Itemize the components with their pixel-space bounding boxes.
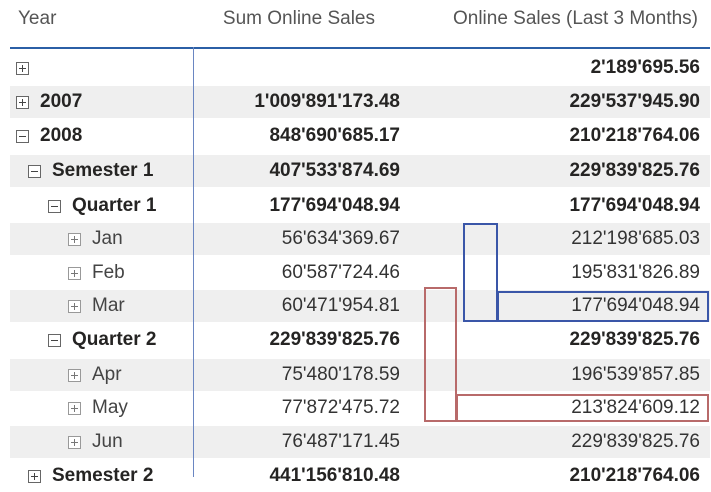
row-label: 2008 bbox=[40, 125, 83, 146]
table-row[interactable]: Jan 56'634'369.67 212'198'685.03 bbox=[10, 223, 710, 255]
column-divider bbox=[193, 47, 194, 477]
online-sales-last-3-months-cell: 212'198'685.03 bbox=[571, 228, 700, 249]
column-header-sum-online-sales[interactable]: Sum Online Sales bbox=[223, 8, 375, 30]
row-label: Quarter 1 bbox=[72, 195, 157, 216]
sum-online-sales-cell: 60'471'954.81 bbox=[281, 295, 400, 316]
row-header-cell bbox=[16, 52, 40, 84]
row-label: Mar bbox=[92, 295, 125, 316]
row-label: Jun bbox=[92, 431, 123, 452]
expand-icon[interactable] bbox=[28, 469, 41, 483]
online-sales-last-3-months-cell: 229'839'825.76 bbox=[569, 329, 700, 350]
sum-online-sales-cell: 407'533'874.69 bbox=[269, 160, 400, 181]
sum-online-sales-cell: 76'487'171.45 bbox=[281, 431, 400, 452]
row-header-cell: Quarter 1 bbox=[48, 190, 156, 222]
online-sales-last-3-months-cell: 229'839'825.76 bbox=[569, 160, 700, 181]
row-label: Apr bbox=[92, 364, 122, 385]
table-row[interactable]: 2'189'695.56 bbox=[10, 52, 710, 84]
row-label: Feb bbox=[92, 262, 125, 283]
online-sales-last-3-months-cell: 210'218'764.06 bbox=[569, 125, 700, 146]
sum-online-sales-cell: 1'009'891'173.48 bbox=[254, 91, 400, 112]
sum-online-sales-cell: 229'839'825.76 bbox=[269, 329, 400, 350]
row-header-cell: Mar bbox=[68, 290, 125, 322]
collapse-icon[interactable] bbox=[28, 164, 41, 178]
column-header-row: Year Sum Online Sales Online Sales (Last… bbox=[0, 0, 711, 48]
column-header-year[interactable]: Year bbox=[18, 8, 56, 30]
table-row[interactable]: Quarter 2 229'839'825.76 229'839'825.76 bbox=[10, 324, 710, 356]
expand-icon[interactable] bbox=[68, 435, 81, 449]
expand-icon[interactable] bbox=[16, 61, 29, 75]
row-label: Quarter 2 bbox=[72, 329, 157, 350]
table-row[interactable]: Mar 60'471'954.81 177'694'048.94 bbox=[10, 290, 710, 322]
column-header-online-sales-last-3-months[interactable]: Online Sales (Last 3 Months) bbox=[453, 8, 698, 30]
header-divider bbox=[10, 47, 710, 49]
sum-online-sales-cell: 75'480'178.59 bbox=[281, 364, 400, 385]
expand-icon[interactable] bbox=[68, 299, 81, 313]
row-header-cell: Semester 2 bbox=[28, 460, 153, 492]
row-header-cell: Quarter 2 bbox=[48, 324, 156, 356]
table-row[interactable]: Semester 1 407'533'874.69 229'839'825.76 bbox=[10, 155, 710, 187]
table-row[interactable]: Apr 75'480'178.59 196'539'857.85 bbox=[10, 359, 710, 391]
row-label: Jan bbox=[92, 228, 123, 249]
sum-online-sales-cell: 77'872'475.72 bbox=[281, 397, 400, 418]
row-header-cell: 2007 bbox=[16, 86, 82, 118]
sum-online-sales-cell: 848'690'685.17 bbox=[269, 125, 400, 146]
online-sales-last-3-months-cell: 195'831'826.89 bbox=[571, 262, 700, 283]
online-sales-last-3-months-cell: 196'539'857.85 bbox=[571, 364, 700, 385]
online-sales-last-3-months-cell: 210'218'764.06 bbox=[569, 465, 700, 486]
table-row[interactable]: Feb 60'587'724.46 195'831'826.89 bbox=[10, 257, 710, 289]
collapse-icon[interactable] bbox=[48, 199, 61, 213]
table-row[interactable]: Semester 2 441'156'810.48 210'218'764.06 bbox=[10, 460, 710, 492]
online-sales-last-3-months-cell: 213'824'609.12 bbox=[571, 397, 700, 418]
online-sales-last-3-months-cell: 177'694'048.94 bbox=[569, 195, 700, 216]
matrix-visual: Year Sum Online Sales Online Sales (Last… bbox=[0, 0, 711, 486]
row-header-cell: 2008 bbox=[16, 120, 82, 152]
expand-icon[interactable] bbox=[68, 401, 81, 415]
row-header-cell: Apr bbox=[68, 359, 122, 391]
row-label: May bbox=[92, 397, 128, 418]
expand-icon[interactable] bbox=[16, 95, 29, 109]
row-label: 2007 bbox=[40, 91, 83, 112]
expand-icon[interactable] bbox=[68, 266, 81, 280]
sum-online-sales-cell: 60'587'724.46 bbox=[281, 262, 400, 283]
online-sales-last-3-months-cell: 229'537'945.90 bbox=[569, 91, 700, 112]
sum-online-sales-cell: 177'694'048.94 bbox=[269, 195, 400, 216]
row-header-cell: May bbox=[68, 392, 128, 424]
row-header-cell: Jun bbox=[68, 426, 123, 458]
online-sales-last-3-months-cell: 229'839'825.76 bbox=[571, 431, 700, 452]
sum-online-sales-cell: 441'156'810.48 bbox=[269, 465, 400, 486]
row-header-cell: Semester 1 bbox=[28, 155, 153, 187]
table-row[interactable]: Quarter 1 177'694'048.94 177'694'048.94 bbox=[10, 190, 710, 222]
sum-online-sales-cell: 56'634'369.67 bbox=[281, 228, 400, 249]
row-label: Semester 1 bbox=[52, 160, 154, 181]
online-sales-last-3-months-cell: 2'189'695.56 bbox=[590, 57, 700, 78]
row-label: Semester 2 bbox=[52, 465, 154, 486]
row-header-cell: Feb bbox=[68, 257, 125, 289]
row-header-cell: Jan bbox=[68, 223, 123, 255]
expand-icon[interactable] bbox=[68, 232, 81, 246]
online-sales-last-3-months-cell: 177'694'048.94 bbox=[571, 295, 700, 316]
table-row[interactable]: 2007 1'009'891'173.48 229'537'945.90 bbox=[10, 86, 710, 118]
table-row[interactable]: Jun 76'487'171.45 229'839'825.76 bbox=[10, 426, 710, 458]
table-row[interactable]: 2008 848'690'685.17 210'218'764.06 bbox=[10, 120, 710, 152]
collapse-icon[interactable] bbox=[16, 129, 29, 143]
collapse-icon[interactable] bbox=[48, 333, 61, 347]
table-row[interactable]: May 77'872'475.72 213'824'609.12 bbox=[10, 392, 710, 424]
expand-icon[interactable] bbox=[68, 368, 81, 382]
